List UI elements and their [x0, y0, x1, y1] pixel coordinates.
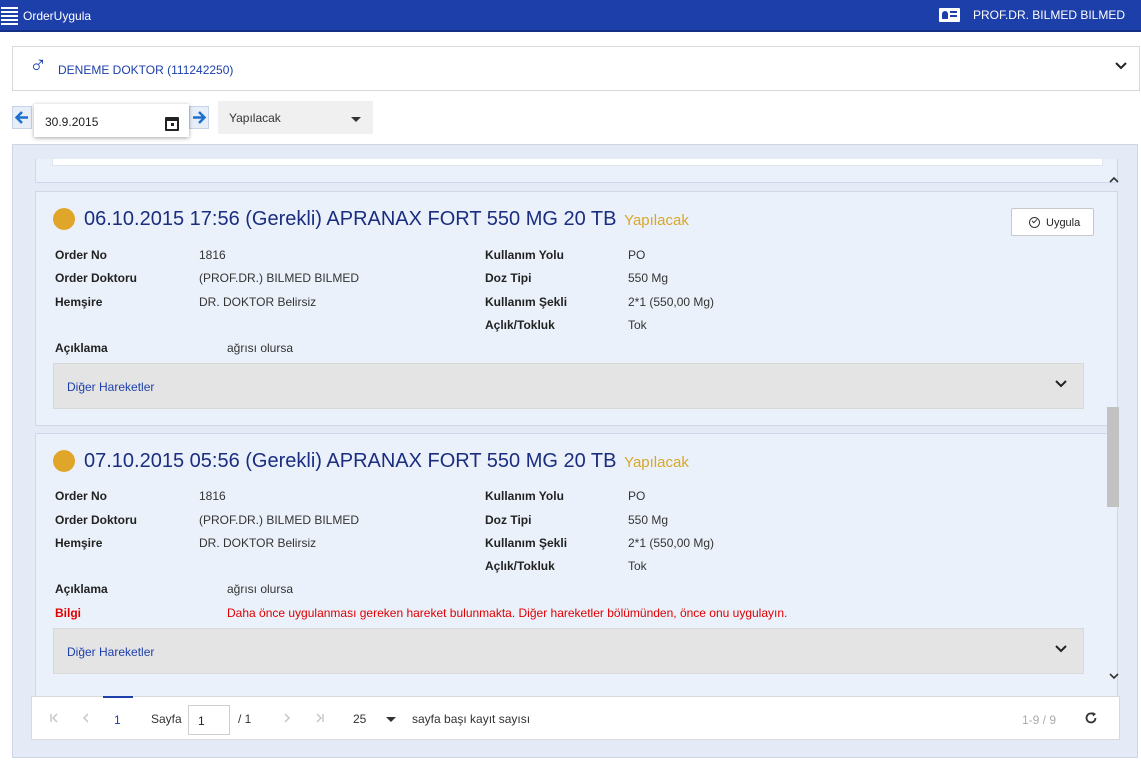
check-circle-icon	[1029, 217, 1040, 228]
collapsed-section	[52, 159, 1103, 166]
route-value: PO	[628, 248, 646, 262]
chevron-down-icon[interactable]	[1115, 62, 1127, 70]
order-card: 06.10.2015 17:56 (Gerekli) APRANAX FORT …	[35, 191, 1118, 426]
page-total: / 1	[238, 712, 252, 726]
order-doctor-label: Order Doktoru	[55, 513, 138, 527]
order-state: Yapılacak	[624, 212, 689, 229]
fasting-value: Tok	[628, 318, 647, 332]
usage-label: Kullanım Şekli	[485, 536, 568, 550]
arrow-right-icon	[193, 111, 207, 124]
order-doctor-value: (PROF.DR.) BILMED BILMED	[199, 271, 360, 285]
dose-value: 550 Mg	[628, 271, 669, 285]
order-title: 07.10.2015 05:56 (Gerekli) APRANAX FORT …	[84, 450, 689, 472]
next-page-icon[interactable]	[282, 713, 292, 723]
route-label: Kullanım Yolu	[485, 489, 564, 503]
vertical-scrollbar[interactable]	[1105, 159, 1123, 697]
info-message: Daha önce uygulanması gereken hareket bu…	[227, 606, 788, 620]
scroll-down-icon[interactable]	[1109, 671, 1119, 681]
current-page[interactable]: 1	[103, 696, 133, 740]
previous-page-icon[interactable]	[81, 713, 91, 723]
patient-name: DENEME DOKTOR (111242250)	[58, 63, 234, 77]
page-label: Sayfa	[151, 712, 182, 726]
order-list-scroll[interactable]: 06.10.2015 17:56 (Gerekli) APRANAX FORT …	[35, 159, 1118, 697]
order-card: 07.10.2015 05:56 (Gerekli) APRANAX FORT …	[35, 433, 1118, 697]
scroll-up-icon[interactable]	[1109, 175, 1119, 185]
other-actions-label: Diğer Hareketler	[67, 380, 155, 394]
pager: 1 Sayfa 1 / 1 25 sayfa başı kayıt sayısı…	[31, 696, 1120, 740]
record-range: 1-9 / 9	[1022, 713, 1057, 727]
order-no-value: 1816	[199, 248, 226, 262]
note-value: ağrısı olursa	[227, 341, 294, 355]
other-actions-label: Diğer Hareketler	[67, 645, 155, 659]
patient-panel[interactable]: ♂ DENEME DOKTOR (111242250)	[12, 46, 1140, 91]
menu-icon[interactable]	[1, 7, 18, 25]
order-no-value: 1816	[199, 489, 226, 503]
other-actions-panel[interactable]: Diğer Hareketler	[53, 363, 1084, 409]
page-size-label: sayfa başı kayıt sayısı	[412, 712, 531, 726]
date-input[interactable]: 30.9.2015	[34, 104, 189, 137]
order-state: Yapılacak	[624, 454, 689, 471]
page-size-dropdown[interactable]: 25	[353, 712, 366, 726]
dose-label: Doz Tipi	[485, 513, 532, 527]
apply-button[interactable]: Uygula	[1011, 208, 1094, 236]
usage-value: 2*1 (550,00 Mg)	[628, 536, 715, 550]
nurse-value: DR. DOKTOR Belirsiz	[199, 295, 317, 309]
caret-down-icon	[351, 117, 361, 122]
usage-label: Kullanım Şekli	[485, 295, 568, 309]
next-date-button[interactable]	[189, 106, 209, 129]
first-page-icon[interactable]	[49, 713, 59, 723]
status-value: Yapılacak	[229, 111, 281, 125]
status-dot-icon	[53, 208, 75, 230]
chevron-down-icon	[1055, 645, 1067, 653]
note-label: Açıklama	[55, 341, 108, 355]
refresh-icon[interactable]	[1084, 711, 1098, 725]
route-value: PO	[628, 489, 646, 503]
calendar-icon[interactable]	[165, 117, 179, 131]
fasting-label: Açlık/Tokluk	[485, 559, 555, 573]
chevron-down-icon	[1055, 380, 1067, 388]
top-bar: OrderUygula PROF.DR. BILMED BILMED	[0, 0, 1141, 32]
order-doctor-value: (PROF.DR.) BILMED BILMED	[199, 513, 360, 527]
user-name[interactable]: PROF.DR. BILMED BILMED	[973, 8, 1125, 22]
male-icon: ♂	[29, 52, 47, 79]
order-card	[35, 159, 1118, 183]
order-doctor-label: Order Doktoru	[55, 271, 138, 285]
last-page-icon[interactable]	[315, 713, 325, 723]
route-label: Kullanım Yolu	[485, 248, 564, 262]
order-list: 06.10.2015 17:56 (Gerekli) APRANAX FORT …	[12, 144, 1138, 758]
dose-value: 550 Mg	[628, 513, 669, 527]
status-dot-icon	[53, 450, 75, 472]
usage-value: 2*1 (550,00 Mg)	[628, 295, 715, 309]
info-label: Bilgi	[55, 606, 81, 620]
app-title: OrderUygula	[23, 9, 92, 23]
page-input[interactable]: 1	[188, 705, 230, 735]
fasting-label: Açlık/Tokluk	[485, 318, 555, 332]
nurse-label: Hemşire	[55, 295, 103, 309]
scrollbar-thumb[interactable]	[1107, 407, 1119, 507]
arrow-left-icon	[14, 111, 28, 124]
note-value: ağrısı olursa	[227, 582, 294, 596]
previous-date-button[interactable]	[12, 106, 32, 129]
nurse-label: Hemşire	[55, 536, 103, 550]
order-no-label: Order No	[55, 489, 108, 503]
date-value: 30.9.2015	[45, 115, 99, 129]
nurse-value: DR. DOKTOR Belirsiz	[199, 536, 317, 550]
caret-down-icon[interactable]	[386, 717, 396, 722]
other-actions-panel[interactable]: Diğer Hareketler	[53, 628, 1084, 674]
fasting-value: Tok	[628, 559, 647, 573]
dose-label: Doz Tipi	[485, 271, 532, 285]
id-card-icon	[939, 8, 960, 22]
order-title: 06.10.2015 17:56 (Gerekli) APRANAX FORT …	[84, 208, 689, 230]
note-label: Açıklama	[55, 582, 108, 596]
order-no-label: Order No	[55, 248, 108, 262]
status-dropdown[interactable]: Yapılacak	[218, 101, 373, 134]
